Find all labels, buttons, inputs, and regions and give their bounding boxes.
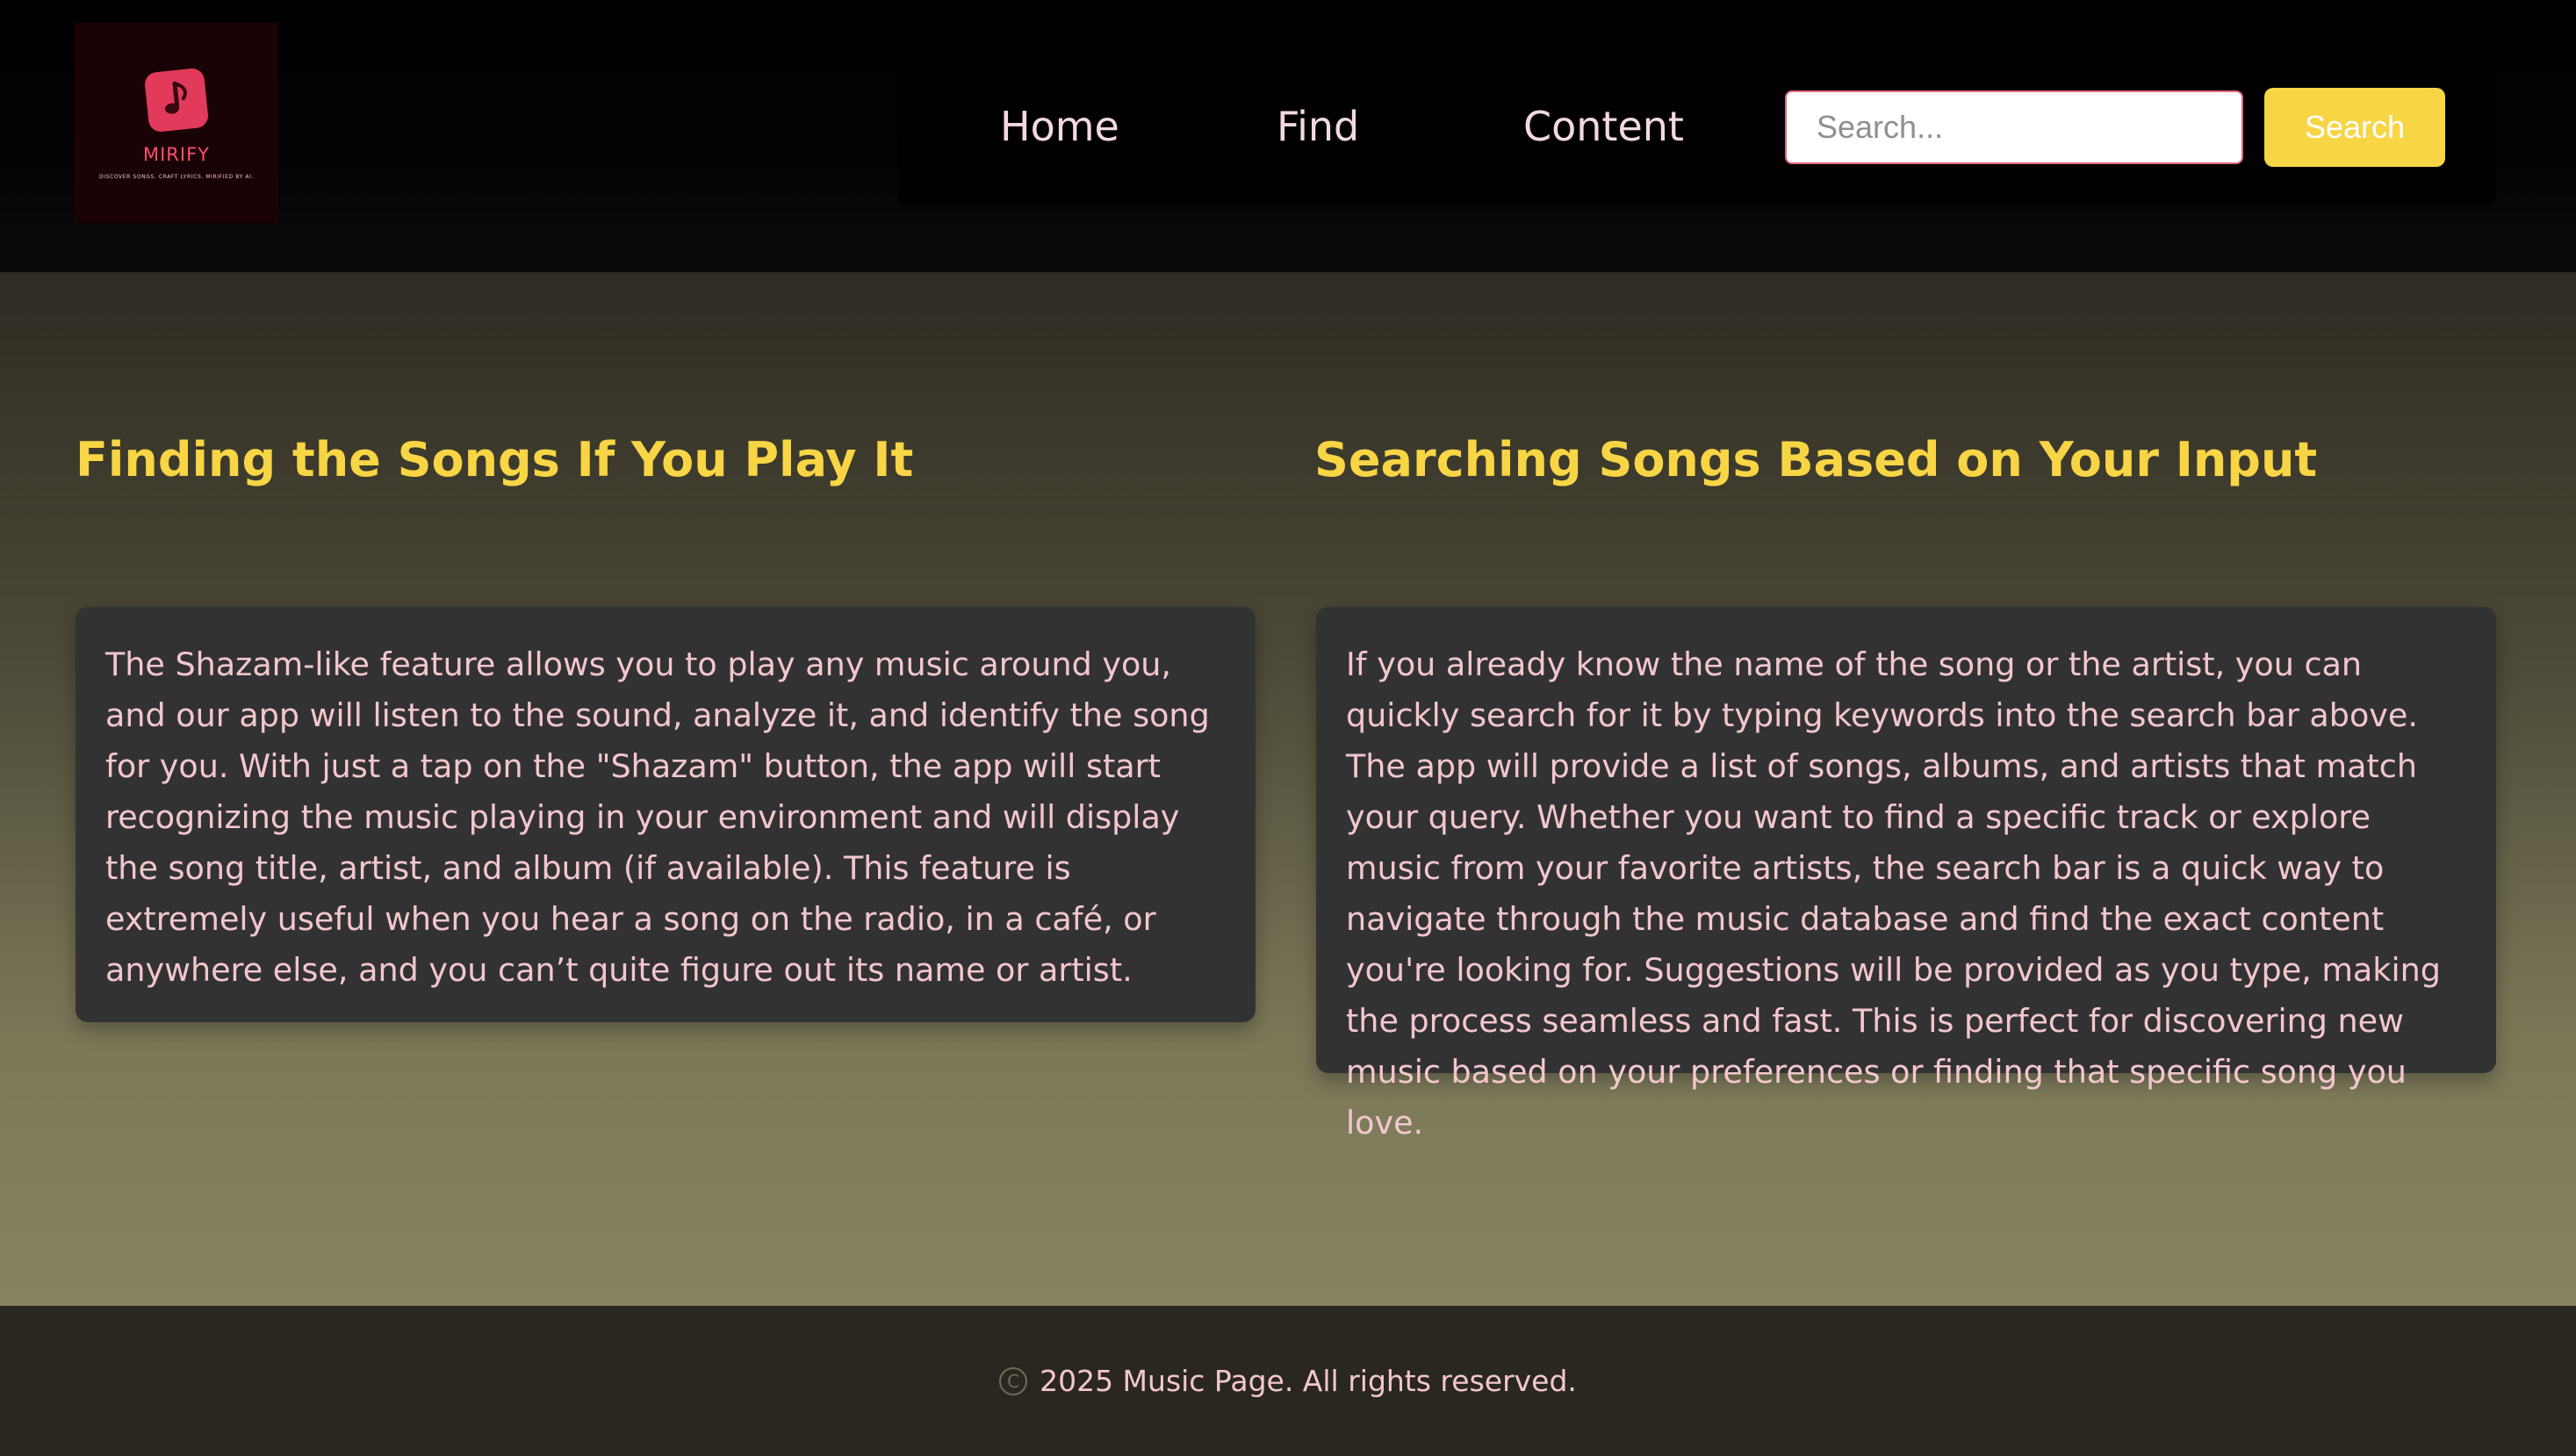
feature-description: The Shazam-like feature allows you to pl… [105, 645, 1210, 989]
nav-link-find[interactable]: Find [1277, 103, 1359, 150]
nav-link-home[interactable]: Home [1000, 103, 1119, 150]
footer-text: 2025 Music Page. All rights reserved. [1040, 1364, 1577, 1398]
main-nav: Home Find Content Search [898, 48, 2496, 206]
copyright-icon: C [999, 1366, 1028, 1395]
music-note-icon [143, 67, 210, 133]
section-title-search-by-input: Searching Songs Based on Your Input [1314, 432, 2318, 487]
brand-tagline: DISCOVER SONGS. CRAFT LYRICS. MIRIFIED B… [99, 174, 254, 180]
feature-card-find-by-playing: The Shazam-like feature allows you to pl… [76, 607, 1256, 1022]
search-input[interactable] [1785, 90, 2243, 164]
brand-name: MIRIFY [142, 144, 210, 165]
brand-logo[interactable]: MIRIFY DISCOVER SONGS. CRAFT LYRICS. MIR… [75, 23, 278, 223]
feature-description: If you already know the name of the song… [1346, 645, 2441, 1142]
site-footer: C 2025 Music Page. All rights reserved. [0, 1306, 2576, 1456]
feature-card-search-by-input: If you already know the name of the song… [1316, 607, 2496, 1142]
site-header: MIRIFY DISCOVER SONGS. CRAFT LYRICS. MIR… [0, 0, 2576, 272]
footer-copyright: C 2025 Music Page. All rights reserved. [999, 1364, 1577, 1398]
nav-link-content[interactable]: Content [1523, 103, 1684, 150]
search-button[interactable]: Search [2264, 88, 2445, 167]
section-title-find-by-playing: Finding the Songs If You Play It [76, 432, 914, 487]
